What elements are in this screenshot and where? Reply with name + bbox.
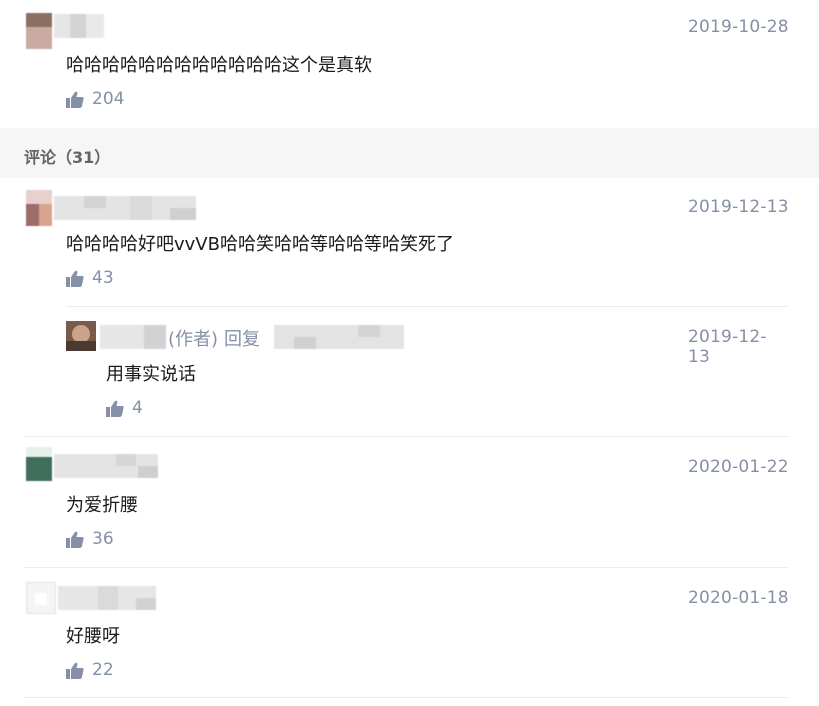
section-title: 评论（31） [24, 148, 111, 167]
comment-item: 2019-12-13 哈哈哈哈好吧vvVB哈哈笑哈哈等哈哈等哈笑死了 43 (作… [0, 178, 819, 436]
thumbs-up-icon [66, 531, 84, 548]
like-button[interactable]: 22 [66, 660, 114, 680]
comment-text: 为爱折腰 [66, 495, 138, 516]
comment-date: 2019-12-13 [688, 197, 789, 217]
comment-item: 2020-01-18 好腰呀 22 [0, 568, 819, 698]
comment-text: 好腰呀 [66, 626, 120, 647]
reply-date: 2019-12-13 [688, 327, 767, 367]
comment-date: 2019-10-28 [688, 17, 789, 37]
username-redacted[interactable] [54, 196, 196, 220]
like-count: 43 [92, 268, 114, 288]
avatar[interactable] [26, 190, 52, 226]
comment-item: 2020-01-22 为爱折腰 36 [0, 437, 819, 567]
avatar[interactable] [26, 582, 56, 614]
reply-item: (作者) 回复 2019-12-13 用事实说话 4 [66, 307, 788, 435]
reply-text: 用事实说话 [106, 364, 196, 385]
avatar[interactable] [66, 321, 96, 351]
comments-section-header: 评论（31） [0, 128, 819, 178]
username-redacted[interactable] [54, 454, 158, 478]
thumbs-up-icon [106, 400, 124, 417]
comment-text: 哈哈哈哈哈哈哈哈哈哈哈哈这个是真软 [66, 55, 372, 76]
top-comment: 2019-10-28 哈哈哈哈哈哈哈哈哈哈哈哈这个是真软 204 [0, 0, 819, 128]
username-redacted[interactable] [54, 14, 104, 38]
author-tag: (作者) [168, 329, 219, 350]
username-redacted[interactable] [58, 586, 156, 610]
like-count: 204 [92, 89, 125, 109]
like-count: 4 [132, 398, 143, 418]
like-count: 36 [92, 529, 114, 549]
comment-date: 2020-01-22 [688, 457, 789, 477]
divider [24, 697, 788, 698]
comment-text: 哈哈哈哈好吧vvVB哈哈笑哈哈等哈哈等哈笑死了 [66, 234, 454, 255]
reply-to-username-redacted[interactable] [274, 325, 404, 349]
avatar[interactable] [26, 13, 52, 49]
comment-date: 2020-01-18 [688, 588, 789, 608]
like-button[interactable]: 204 [66, 89, 124, 109]
avatar[interactable] [26, 447, 52, 481]
reply-label: 回复 [224, 329, 260, 350]
thumbs-up-icon [66, 270, 84, 287]
thumbs-up-icon [66, 662, 84, 679]
like-button[interactable]: 36 [66, 529, 114, 549]
like-button[interactable]: 4 [106, 398, 143, 418]
like-button[interactable]: 43 [66, 268, 114, 288]
like-count: 22 [92, 660, 114, 680]
username-redacted[interactable] [100, 325, 166, 349]
thumbs-up-icon [66, 91, 84, 108]
